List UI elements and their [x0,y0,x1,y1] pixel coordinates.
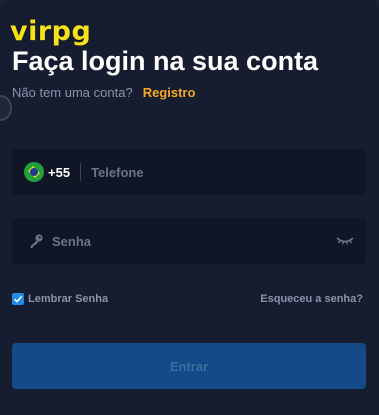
remember-password-toggle[interactable]: Lembrar Senha [12,293,108,305]
key-icon [30,234,43,248]
brand-logo: virpg [10,16,92,47]
field-divider [80,163,82,181]
forgot-password-link[interactable]: Esqueceu a senha? [260,293,363,305]
phone-input[interactable] [91,149,366,195]
remember-checkbox[interactable] [12,293,24,305]
brazil-flag-icon[interactable] [24,162,44,182]
country-code[interactable]: +55 [48,165,70,180]
login-panel: virpg Faça login na sua conta Não tem um… [0,0,379,415]
login-button[interactable]: Entrar [12,343,366,389]
password-input[interactable] [52,218,336,264]
signup-prompt: Não tem uma conta? Registro [12,85,195,101]
side-toggle-icon[interactable] [0,95,12,121]
remember-label: Lembrar Senha [28,293,109,305]
eye-closed-icon[interactable] [336,235,354,247]
phone-field[interactable]: +55 [12,149,366,195]
signup-prompt-text: Não tem uma conta? [12,85,133,100]
checkmark-icon [13,295,23,303]
page-title: Faça login na sua conta [12,46,319,76]
password-field[interactable] [12,218,366,264]
register-link[interactable]: Registro [143,85,196,100]
